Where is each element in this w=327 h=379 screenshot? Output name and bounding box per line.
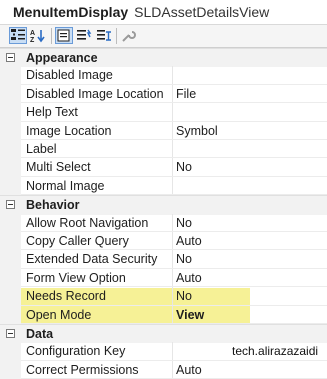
wrench-icon: [120, 28, 136, 43]
property-value[interactable]: Auto: [176, 232, 202, 250]
property-row[interactable]: Needs Record No: [0, 287, 327, 306]
property-row[interactable]: Open Mode View: [0, 305, 327, 324]
categorized-icon: [10, 28, 26, 43]
property-row[interactable]: Form View Option Auto: [0, 268, 327, 288]
property-name: Normal Image: [26, 178, 105, 193]
category-label: Data: [26, 327, 54, 341]
properties-icon: [56, 28, 72, 43]
collapse-toggle-icon[interactable]: [6, 329, 15, 338]
property-toolbar: A Z: [0, 25, 327, 48]
property-row[interactable]: Disabled Image: [0, 66, 327, 85]
property-value[interactable]: Symbol: [176, 122, 218, 140]
alphabetical-button[interactable]: A Z: [29, 27, 47, 44]
category-label: Appearance: [26, 51, 98, 65]
property-name: Open Mode: [26, 307, 92, 322]
svg-text:Z: Z: [30, 37, 35, 43]
property-name: Needs Record: [26, 289, 106, 304]
property-name: Form View Option: [26, 270, 126, 285]
svg-text:A: A: [30, 30, 35, 37]
property-value[interactable]: No: [176, 214, 192, 232]
category-data[interactable]: Data: [0, 324, 327, 344]
property-name: Multi Select: [26, 160, 91, 175]
control-name: MenuItemDisplay: [13, 4, 129, 20]
property-name: Copy Caller Query: [26, 234, 129, 248]
collapse-toggle-icon[interactable]: [6, 200, 15, 210]
property-pages-button[interactable]: [95, 27, 113, 44]
property-value[interactable]: View: [176, 306, 204, 324]
property-row[interactable]: Disabled Image Location File: [0, 84, 327, 104]
collapse-toggle-icon[interactable]: [6, 53, 15, 62]
property-value[interactable]: No: [176, 158, 192, 176]
property-name: Allow Root Navigation: [26, 215, 149, 230]
property-row[interactable]: Image Location Symbol: [0, 121, 327, 140]
property-name: Label: [26, 142, 57, 156]
property-row[interactable]: Allow Root Navigation No: [0, 213, 327, 232]
category-appearance[interactable]: Appearance: [0, 48, 327, 68]
events-icon: [76, 28, 92, 43]
property-row[interactable]: Extended Data Security No: [0, 250, 327, 269]
property-name: Disabled Image: [26, 68, 113, 83]
property-grid: Appearance Disabled Image Disabled Image L…: [0, 48, 327, 379]
control-type: SLDAssetDetailsView: [134, 4, 270, 20]
property-row[interactable]: Label: [0, 140, 327, 159]
category-behavior[interactable]: Behavior: [0, 195, 327, 215]
property-name: Configuration Key: [26, 344, 126, 359]
alphabetical-icon: A Z: [30, 28, 46, 43]
property-value[interactable]: Auto: [176, 269, 202, 287]
property-pages-icon: [96, 28, 112, 43]
property-row[interactable]: Normal Image: [0, 176, 327, 196]
property-name: Help Text: [26, 105, 78, 120]
wrench-button[interactable]: [119, 27, 137, 44]
property-value[interactable]: File: [176, 85, 196, 103]
property-name: Image Location: [26, 123, 112, 138]
properties-button[interactable]: [55, 27, 73, 44]
property-value[interactable]: No: [176, 287, 192, 305]
property-value[interactable]: No: [176, 250, 192, 268]
watermark-text: tech.alirazazaidi: [230, 344, 321, 358]
property-name: Disabled Image Location: [26, 86, 164, 101]
events-button[interactable]: [75, 27, 93, 44]
property-row[interactable]: Help Text: [0, 103, 327, 122]
categorized-button[interactable]: [9, 27, 27, 44]
property-name: Extended Data Security: [26, 252, 158, 267]
category-label: Behavior: [26, 198, 80, 213]
property-row[interactable]: Copy Caller Query Auto: [0, 232, 327, 251]
property-row[interactable]: Multi Select No: [0, 158, 327, 177]
property-window-title: MenuItemDisplay SLDAssetDetailsView: [0, 0, 327, 25]
